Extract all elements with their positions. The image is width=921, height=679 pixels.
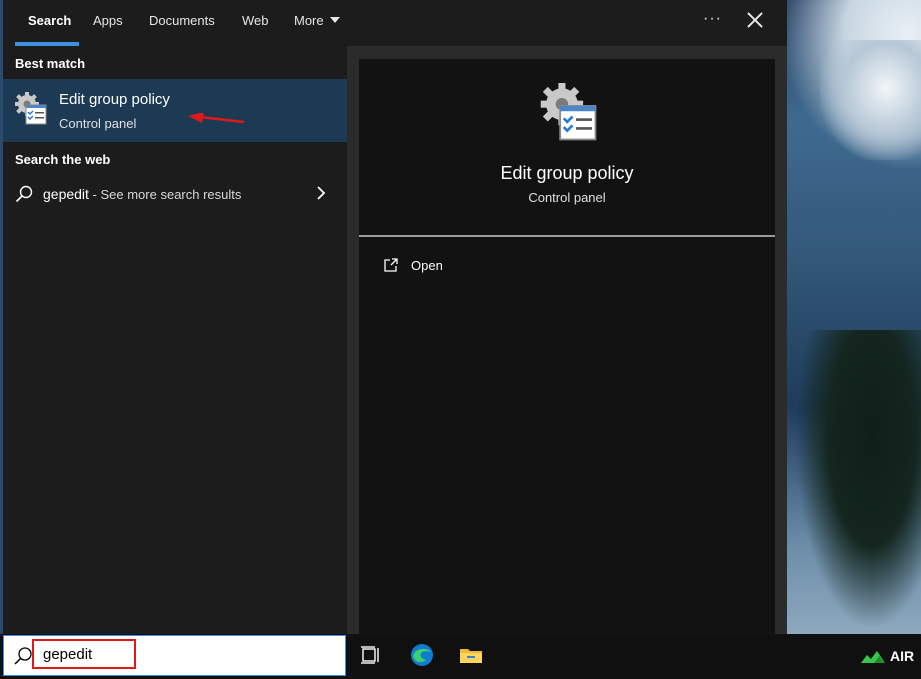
tab-documents[interactable]: Documents [149,0,215,46]
task-view-icon[interactable] [358,642,384,668]
search-web-heading: Search the web [15,152,111,167]
close-icon[interactable] [744,9,766,31]
results-list: Best match Edit group policy Control pan… [3,46,347,634]
wallpaper-mountain-peak [820,40,921,160]
annotation-arrow [188,113,245,124]
preview-title: Edit group policy [500,163,634,183]
open-icon [384,258,398,272]
tab-search[interactable]: Search [28,0,71,46]
preview-subtitle: Control panel [528,190,606,205]
chevron-down-icon [329,17,340,23]
search-icon [14,647,32,665]
preview-pane: Edit group policy Control panel Open [347,46,787,634]
file-explorer-icon[interactable] [458,642,484,668]
preview-card: Edit group policy Control panel Open [359,59,775,634]
chevron-right-icon[interactable] [315,186,327,200]
search-icon [15,185,33,203]
taskbar-search-box[interactable] [3,635,346,676]
group-policy-icon-large [540,83,597,141]
tab-apps[interactable]: Apps [93,0,123,46]
best-match-title: Edit group policy [59,91,170,108]
tray-air-label: AIR [890,648,915,664]
start-search-panel: Search Apps Documents Web More ··· Best … [3,0,787,634]
wallpaper-tree [795,330,921,630]
edge-browser-icon[interactable] [409,642,435,668]
best-match-subtitle: Control panel [59,116,137,131]
web-query: gepedit [43,186,89,202]
best-match-result[interactable]: Edit group policy Control panel [3,79,347,142]
web-search-result[interactable]: gepedit - See more search results [3,176,347,212]
search-input[interactable] [32,639,136,669]
more-options-button[interactable]: ··· [703,10,722,28]
web-result-text: gepedit - See more search results [43,186,241,202]
tab-web[interactable]: Web [242,0,269,46]
search-tabs: Search Apps Documents Web More ··· [3,0,787,46]
air-logo-icon [861,651,885,663]
open-action[interactable]: Open [359,249,775,283]
group-policy-icon [15,92,47,125]
tab-more-label: More [294,13,324,28]
open-action-label: Open [411,258,443,273]
best-match-heading: Best match [15,56,86,71]
preview-divider [359,235,775,237]
web-more-results: - See more search results [88,187,242,202]
tab-more[interactable]: More [294,0,340,46]
taskbar: AIR [0,634,921,679]
